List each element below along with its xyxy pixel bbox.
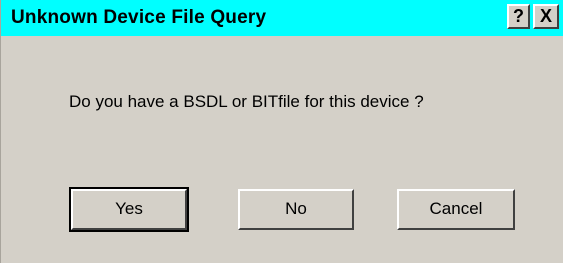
yes-button[interactable]: Yes [69,187,189,232]
window-title: Unknown Device File Query [11,7,267,28]
title-bar[interactable]: Unknown Device File Query ? X [1,0,563,36]
close-button[interactable]: X [533,4,559,29]
close-icon: X [539,6,552,26]
cancel-button[interactable]: Cancel [397,189,515,230]
dialog-message: Do you have a BSDL or BITfile for this d… [69,92,424,111]
question-mark-icon: ? [513,6,524,26]
unknown-device-file-query-dialog: Unknown Device File Query ? X Do you hav… [0,0,563,263]
no-button[interactable]: No [238,189,354,230]
help-button[interactable]: ? [507,4,530,29]
